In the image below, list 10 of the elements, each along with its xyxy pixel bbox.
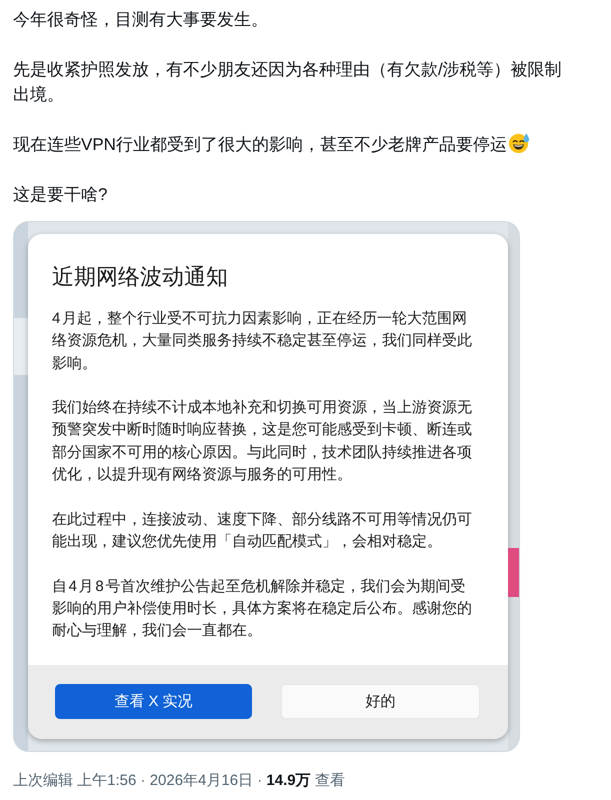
- post-paragraph: 先是收紧护照发放，有不少朋友还因为各种理由（有欠款/涉税等）被限制出境。: [13, 60, 562, 104]
- post-paragraph: 这是要干啥?: [13, 185, 108, 204]
- dialog-paragraph: 在此过程中，连接波动、速度下降、部分线路不可用等情况仍可能出现，建议您优先使用「自动匹配模式」，会相对稳定。: [52, 510, 473, 552]
- post-meta: 上次编辑 上午1:56 · 2026年4月16日 · 14.9万 查看: [13, 772, 345, 790]
- dialog-title: 近期网络波动通知: [51, 263, 229, 291]
- dialog-paragraph: 自 4 月 8 号首次维护公告起至危机解除并稳定，我们会为期间受影响的用户补偿使用时长，具体方案将在稳定后公布。感谢您的耐心与理解，我们会一直都在。: [52, 576, 473, 642]
- post-paragraph: 今年很奇怪，目测有大事要发生。: [13, 10, 268, 29]
- dialog-paragraph: 我们始终在持续不计成本地补充和切换可用资源，当上游资源无预警突发中断时随时响应替换，这是您可能感受到卡顿、断连或部分国家不可用的核心原因。与此同时，技术团队持续推进各项优化，以提升现有网络资源与服务的可用性。: [52, 398, 473, 486]
- dialog-paragraph: 4 月起，整个行业受不可抗力因素影响，正在经历一轮大范围网络资源危机，大量同类服务持续不稳定甚至停运，我们同样受此影响。: [52, 309, 473, 374]
- post-paragraph: 现在连些VPN行业都受到了很大的影响，甚至不少老牌产品要停运: [13, 135, 507, 154]
